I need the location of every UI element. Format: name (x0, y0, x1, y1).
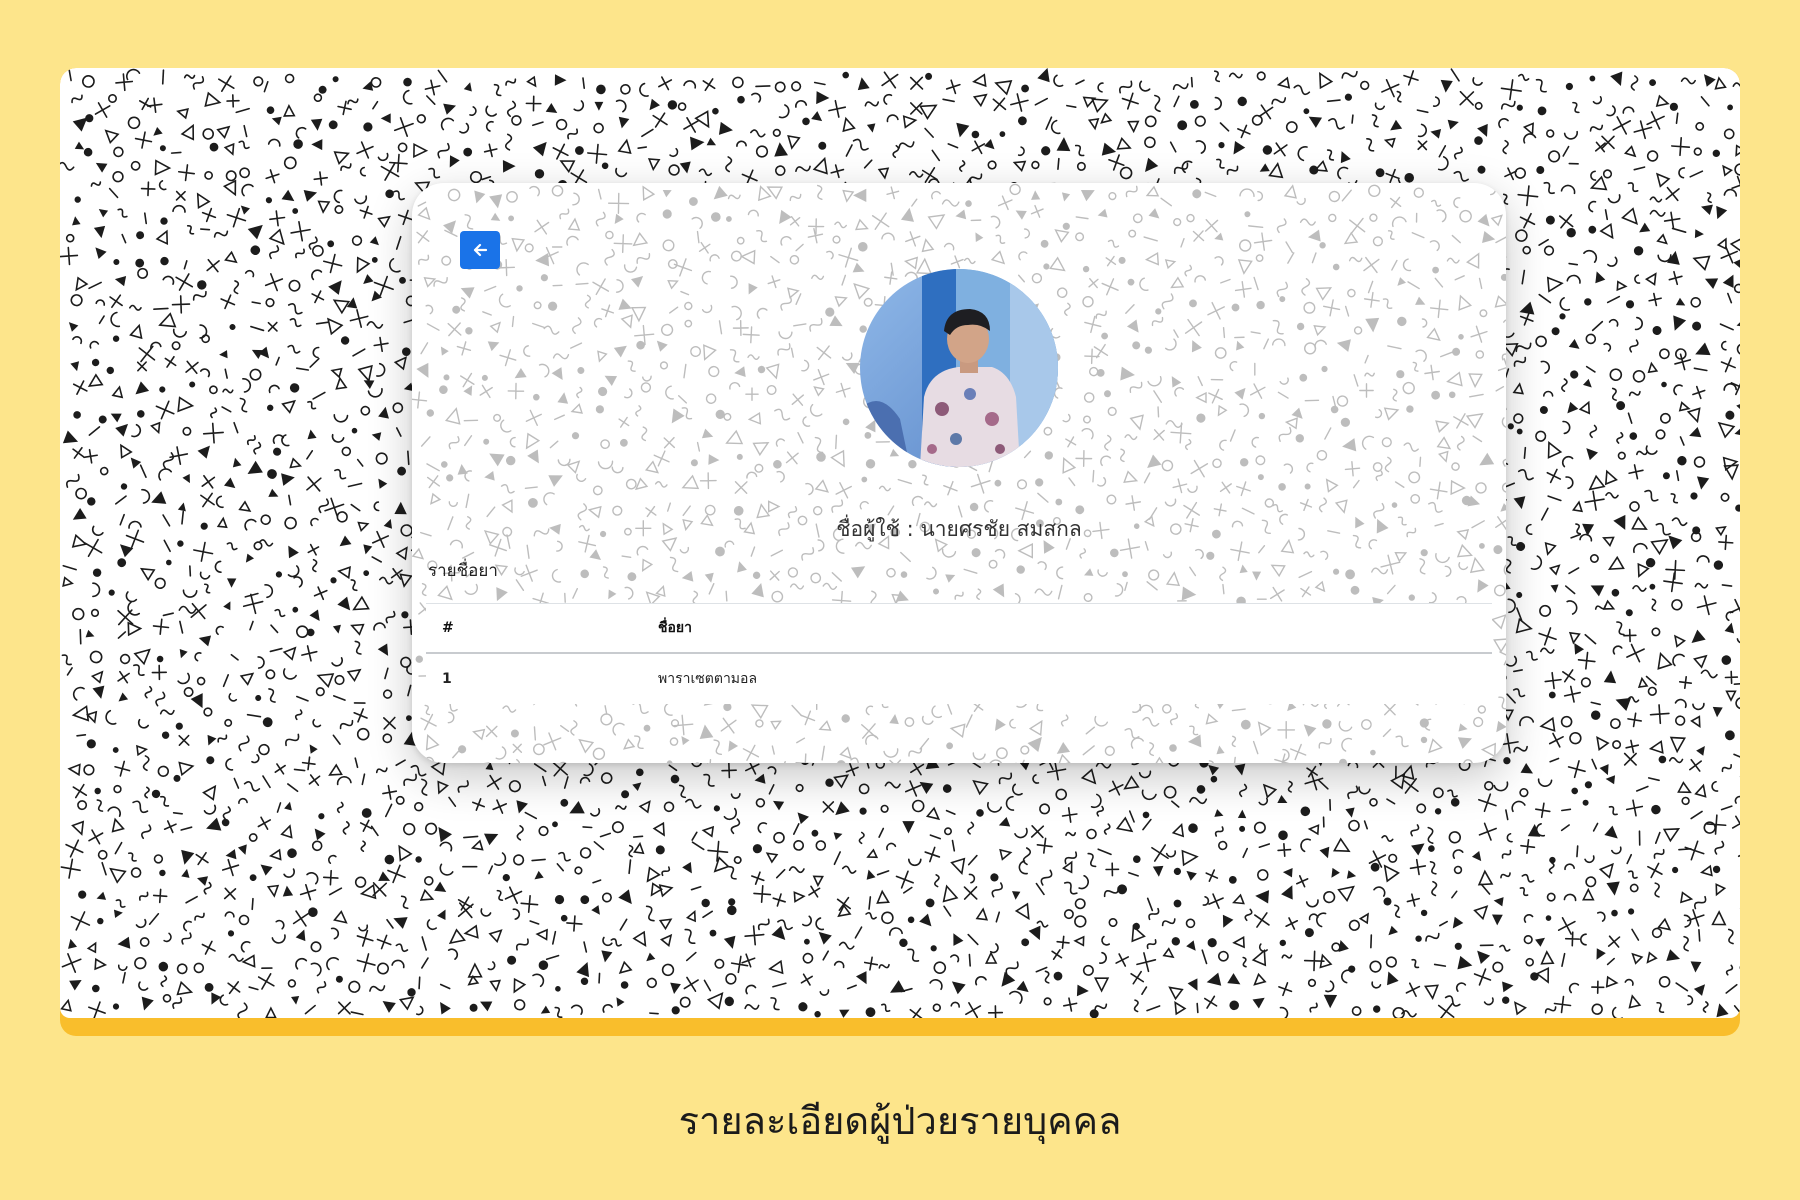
user-name-label: ชื่อผู้ใช้ : (836, 517, 914, 541)
browser-viewport: ชื่อผู้ใช้ : นายศรชัย สมสกล รายชื่อยา # … (60, 68, 1740, 1018)
page-caption: รายละเอียดผู้ป่วยรายบุคคล (678, 1099, 1122, 1143)
table-row: 1 พาราเซตตามอล (426, 653, 1492, 704)
row-index: 1 (426, 653, 642, 704)
medicine-table-header-row: # ชื่อยา (426, 603, 1492, 654)
row-medicine-name: พาราเซตตามอล (642, 653, 1492, 704)
arrow-left-icon (473, 243, 488, 257)
screenshot-frame: ชื่อผู้ใช้ : นายศรชัย สมสกล รายชื่อยา # … (60, 68, 1740, 1036)
profile-card: ชื่อผู้ใช้ : นายศรชัย สมสกล รายชื่อยา # … (412, 183, 1506, 763)
user-name-line: ชื่อผู้ใช้ : นายศรชัย สมสกล (412, 513, 1506, 546)
user-photo (860, 269, 1058, 467)
back-button[interactable] (460, 231, 500, 269)
column-header-medicine-name: ชื่อยา (642, 603, 1492, 654)
column-header-index: # (426, 603, 642, 654)
medicine-table: # ชื่อยา 1 พาราเซตตามอล (426, 603, 1492, 704)
avatar (860, 269, 1058, 467)
user-name-value: นายศรชัย สมสกล (920, 517, 1082, 541)
medicine-list-title: รายชื่อยา (428, 561, 498, 581)
